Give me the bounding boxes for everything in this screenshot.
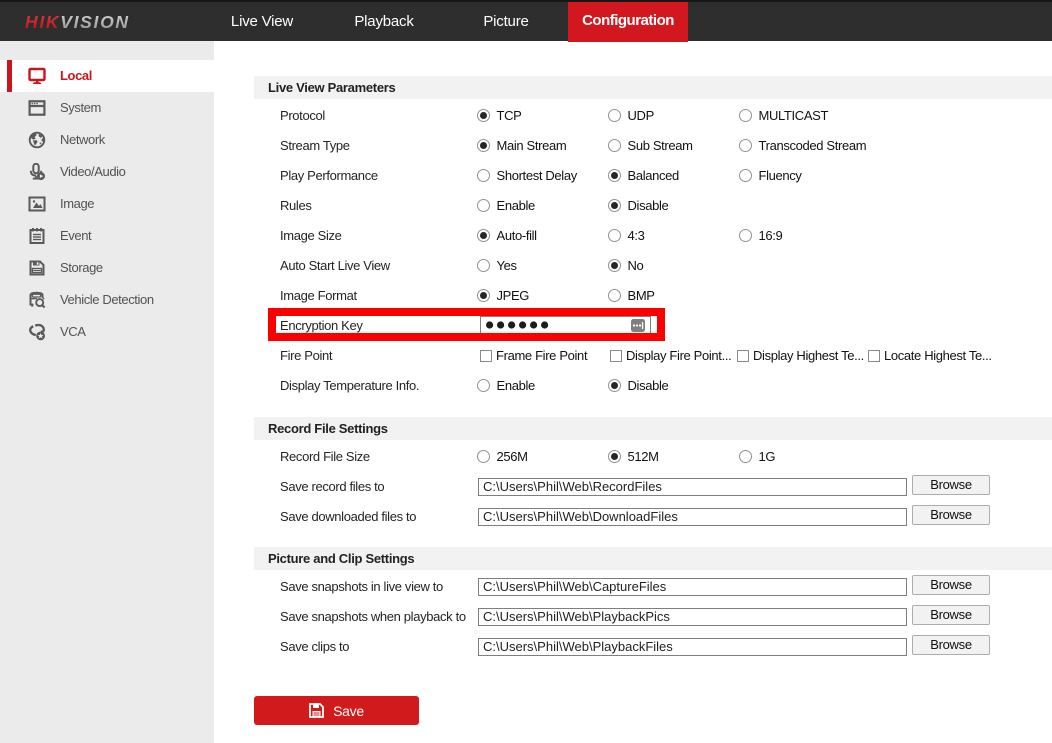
svg-text:HIKVISION: HIKVISION [25, 12, 130, 32]
